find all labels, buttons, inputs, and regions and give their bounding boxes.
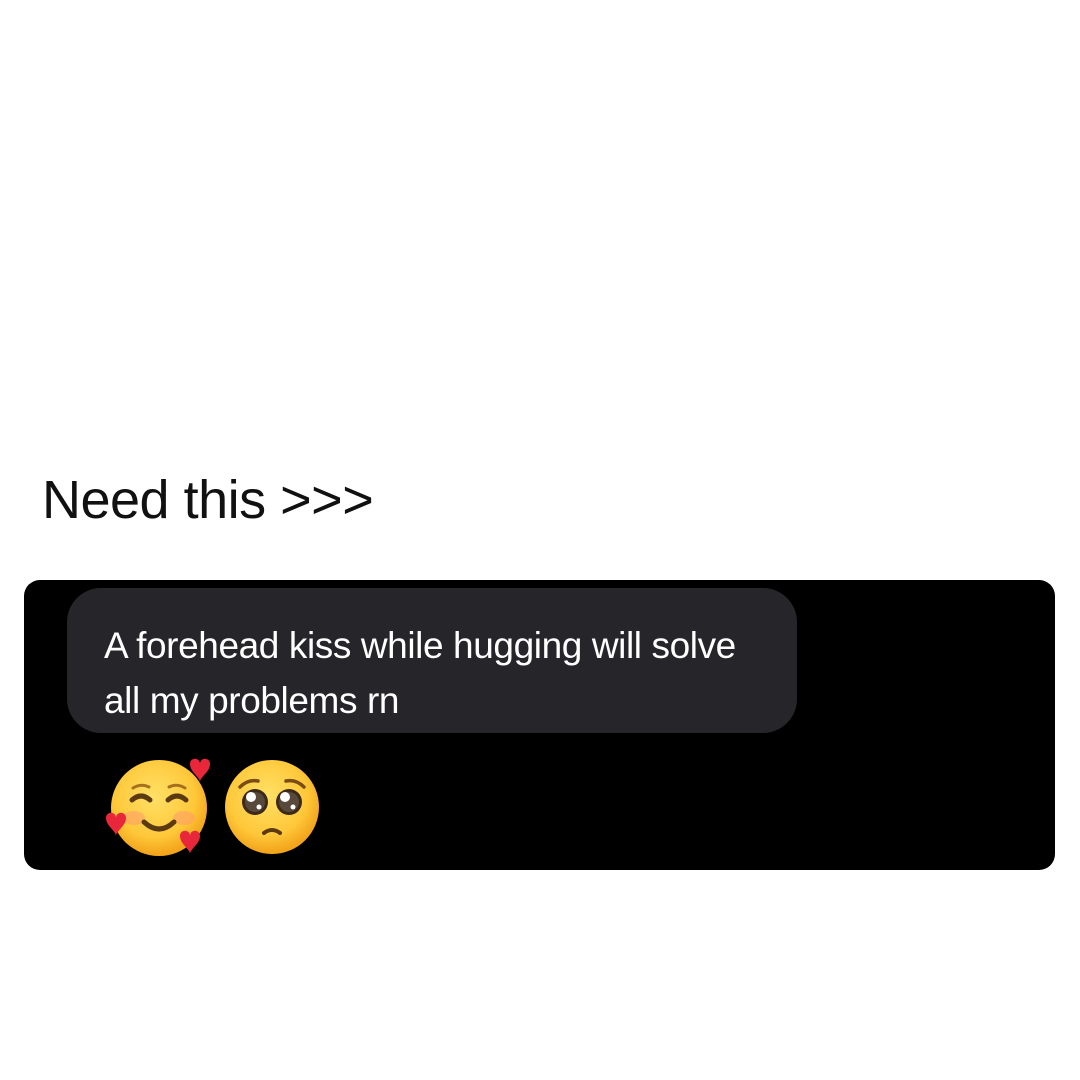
post-caption: Need this >>> (42, 470, 374, 530)
pleading-face-emoji (225, 760, 319, 854)
smiling-face-with-hearts-emoji (106, 758, 210, 856)
emoji-reaction-row (104, 752, 322, 862)
received-message-bubble: A forehead kiss while hugging will solve… (67, 588, 797, 733)
message-text: A forehead kiss while hugging will solve… (104, 625, 736, 721)
chat-screenshot-card: A forehead kiss while hugging will solve… (24, 580, 1055, 870)
